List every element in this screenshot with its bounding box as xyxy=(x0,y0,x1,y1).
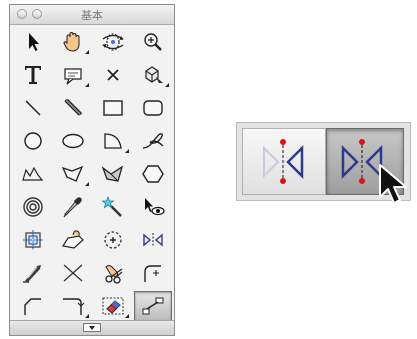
3d-shape-icon xyxy=(145,66,163,83)
knife-icon xyxy=(23,265,41,283)
polyline-icon xyxy=(22,166,44,181)
hand-icon xyxy=(63,31,80,52)
eyedropper-tool[interactable] xyxy=(54,192,92,222)
palette-title: 基本 xyxy=(81,9,103,22)
zoom-tool[interactable] xyxy=(134,27,172,57)
crop-icon xyxy=(23,230,43,250)
eyedropper-icon xyxy=(63,197,82,218)
arrow-icon xyxy=(29,33,39,51)
rectangle-icon xyxy=(103,100,123,116)
chamfer-icon xyxy=(24,298,41,315)
text-frame-icon xyxy=(64,68,82,85)
arrow-tool[interactable] xyxy=(14,27,52,57)
hexagon-icon xyxy=(142,165,164,183)
connector-tool[interactable] xyxy=(134,291,172,321)
arc-tool[interactable] xyxy=(94,126,132,156)
hexagon-tool[interactable] xyxy=(134,159,172,189)
magic-wand-tool[interactable] xyxy=(94,192,132,222)
expand-palette-button[interactable] xyxy=(83,323,101,332)
filled-polygon-icon xyxy=(101,165,124,182)
line-tool[interactable] xyxy=(14,93,52,123)
circle-tool[interactable] xyxy=(14,126,52,156)
center-point-icon xyxy=(104,231,122,249)
freehand-tool[interactable] xyxy=(134,126,172,156)
mirror-icon xyxy=(143,233,163,247)
eraser-tool[interactable] xyxy=(94,291,132,321)
polygon-tool[interactable] xyxy=(54,159,92,189)
mirror-option-1-button[interactable] xyxy=(242,128,326,195)
x-tool[interactable] xyxy=(94,60,132,90)
hand-tool[interactable] xyxy=(54,27,92,57)
split-tool[interactable] xyxy=(54,258,92,288)
palette-titlebar[interactable]: 基本 xyxy=(10,5,174,25)
x-icon xyxy=(107,69,119,81)
rounded-rectangle-tool[interactable] xyxy=(134,93,172,123)
split-icon xyxy=(63,264,83,282)
mouse-pointer-icon xyxy=(379,164,407,204)
mirror-option-1-icon xyxy=(263,138,304,184)
offset-corner-tool[interactable] xyxy=(54,291,92,321)
scissors-hand-icon xyxy=(105,265,123,284)
fillet-tool[interactable] xyxy=(134,258,172,288)
zoom-icon xyxy=(144,33,162,51)
line-icon xyxy=(25,100,41,116)
circle-icon xyxy=(24,132,42,150)
crop-tool[interactable] xyxy=(14,225,52,255)
scissors-hand-tool[interactable] xyxy=(94,258,132,288)
ellipse-icon xyxy=(62,133,84,149)
tool-palette-window: 基本 xyxy=(9,4,175,336)
ellipse-tool[interactable] xyxy=(54,126,92,156)
double-line-icon xyxy=(64,98,82,116)
double-line-tool[interactable] xyxy=(54,93,92,123)
eye-pointer-tool[interactable] xyxy=(134,192,172,222)
magic-wand-icon xyxy=(101,195,122,217)
filled-polygon-tool[interactable] xyxy=(94,159,132,189)
text-icon xyxy=(25,66,41,84)
rotate-view-icon xyxy=(102,33,124,51)
center-point-tool[interactable] xyxy=(94,225,132,255)
pick-tool[interactable] xyxy=(54,225,92,255)
text-frame-tool[interactable] xyxy=(54,60,92,90)
knife-tool[interactable] xyxy=(14,258,52,288)
3d-shape-tool[interactable] xyxy=(134,60,172,90)
mirror-tool[interactable] xyxy=(134,225,172,255)
polygon-icon xyxy=(61,165,84,182)
arc-icon xyxy=(104,133,122,149)
eye-pointer-icon xyxy=(145,198,165,216)
eraser-icon xyxy=(102,297,124,315)
mirror-options-zoom xyxy=(236,122,411,204)
spiral-tool[interactable] xyxy=(14,192,52,222)
fillet-icon xyxy=(144,265,161,282)
pick-icon xyxy=(62,230,84,249)
rotate-view-tool[interactable] xyxy=(94,27,132,57)
freehand-icon xyxy=(142,133,164,149)
connector-icon xyxy=(142,297,164,315)
palette-footer xyxy=(10,320,174,335)
rectangle-tool[interactable] xyxy=(94,93,132,123)
polyline-tool[interactable] xyxy=(14,159,52,189)
offset-corner-icon xyxy=(63,298,85,315)
rounded-rectangle-icon xyxy=(143,100,163,116)
text-tool[interactable] xyxy=(14,60,52,90)
spiral-icon xyxy=(23,197,43,217)
chevron-down-icon xyxy=(89,325,95,330)
chamfer-tool[interactable] xyxy=(14,291,52,321)
